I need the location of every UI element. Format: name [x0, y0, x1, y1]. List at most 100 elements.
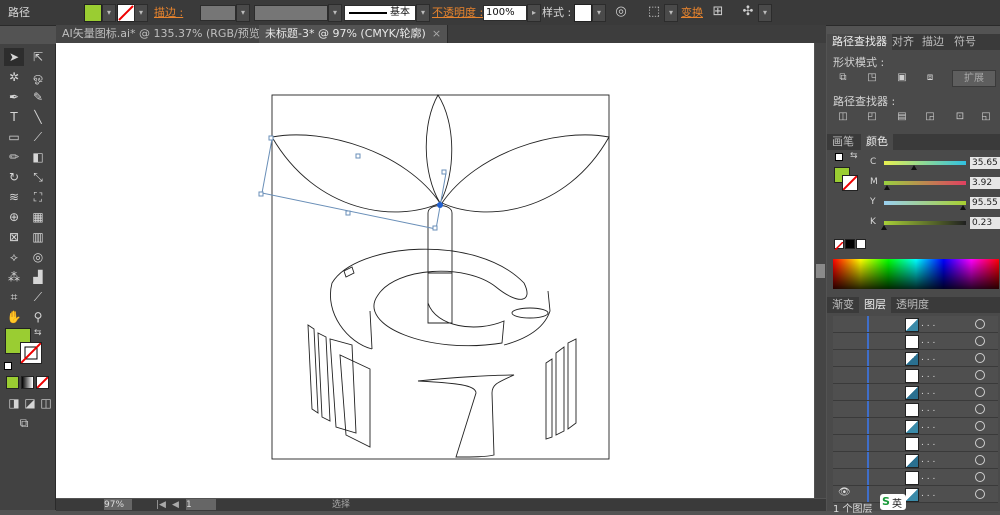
variable-width-field[interactable] — [254, 5, 328, 21]
black-slider[interactable] — [884, 221, 966, 225]
yellow-slider[interactable] — [884, 201, 966, 205]
unite-icon[interactable]: ⧉ — [835, 71, 851, 85]
paintbrush-tool-icon[interactable]: ⟋ — [28, 128, 48, 146]
blend-tool-icon[interactable]: ◎ — [28, 248, 48, 266]
target-circle-icon[interactable] — [975, 370, 985, 380]
recolor-icon[interactable]: ◎ — [611, 2, 631, 22]
screen-mode-icon[interactable]: ⧉ — [14, 414, 34, 432]
layer-row[interactable]: . . . — [833, 418, 998, 435]
intersect-icon[interactable]: ▣ — [894, 71, 910, 85]
prev-page-icon[interactable]: ◀ — [172, 499, 179, 511]
color-mode-icon[interactable] — [6, 376, 19, 389]
scale-tool-icon[interactable]: ⤡ — [28, 168, 48, 186]
tab-align[interactable]: 对齐 — [887, 34, 919, 50]
transform-link[interactable]: 变换 — [681, 0, 703, 25]
stroke-weight-dropdown[interactable]: ▾ — [236, 4, 250, 22]
eraser-tool-icon[interactable]: ◧ — [28, 148, 48, 166]
tab-stroke[interactable]: 描边 — [917, 34, 949, 50]
transform-options-icon[interactable]: ✣ — [738, 2, 758, 22]
layer-row[interactable]: . . . — [833, 367, 998, 384]
layer-row[interactable]: . . . — [833, 316, 998, 333]
default-colors-icon[interactable] — [4, 362, 12, 370]
target-circle-icon[interactable] — [975, 438, 985, 448]
pen-tool-icon[interactable]: ✒ — [4, 88, 24, 106]
magenta-slider[interactable] — [884, 181, 966, 185]
draw-inside-icon[interactable]: ◫ — [36, 394, 56, 412]
cyan-slider[interactable] — [884, 161, 966, 165]
style-dropdown[interactable]: ▾ — [592, 4, 606, 22]
hand-tool-icon[interactable]: ✋ — [4, 308, 24, 326]
artwork-outline[interactable] — [56, 43, 814, 498]
opacity-dropdown[interactable]: ▸ — [527, 4, 541, 22]
zoom-field[interactable]: 97% — [104, 499, 132, 510]
swap-colors-icon[interactable]: ⇆ — [850, 151, 858, 161]
magenta-value[interactable]: 3.92 — [970, 177, 1000, 189]
tab-transparency[interactable]: 透明度 — [891, 297, 934, 313]
white-swatch[interactable] — [856, 239, 866, 249]
opacity-label[interactable]: 不透明度 : — [432, 0, 483, 25]
layer-row[interactable]: . . . — [833, 401, 998, 418]
brush-dropdown[interactable]: ▾ — [416, 4, 430, 22]
selection-tool-icon[interactable]: ➤ — [4, 48, 24, 66]
align-dropdown[interactable]: ▾ — [664, 4, 678, 22]
symbol-sprayer-tool-icon[interactable]: ⁂ — [4, 268, 24, 286]
tab-symbols[interactable]: 符号 — [949, 34, 981, 50]
tab-gradient[interactable]: 渐变 — [827, 297, 859, 313]
magenta-slider-thumb[interactable] — [884, 185, 890, 190]
divide-icon[interactable]: ◫ — [835, 110, 851, 124]
layer-row[interactable]: . . . — [833, 452, 998, 469]
layer-row[interactable]: . . . — [833, 469, 998, 486]
close-icon[interactable]: × — [432, 27, 441, 40]
yellow-slider-thumb[interactable] — [960, 205, 966, 210]
target-circle-icon[interactable] — [975, 319, 985, 329]
artboard-tool-icon[interactable]: ⌗ — [4, 288, 24, 306]
none-swatch[interactable] — [834, 239, 844, 251]
lasso-tool-icon[interactable]: ஓ — [28, 68, 48, 86]
target-circle-icon[interactable] — [975, 455, 985, 465]
target-circle-icon[interactable] — [975, 353, 985, 363]
first-page-icon[interactable]: |◀ — [156, 499, 166, 511]
slice-tool-icon[interactable]: ⟋ — [28, 288, 48, 306]
exclude-icon[interactable]: ⧈ — [922, 71, 938, 85]
line-tool-icon[interactable]: ╲ — [28, 108, 48, 126]
outline-icon[interactable]: ⊡ — [952, 110, 968, 124]
perspective-grid-tool-icon[interactable]: ▦ — [28, 208, 48, 226]
eyedropper-tool-icon[interactable]: ⟡ — [4, 248, 24, 266]
swap-colors-icon[interactable]: ⇆ — [34, 328, 42, 338]
black-value[interactable]: 0.23 — [970, 217, 1000, 229]
pencil-tool-icon[interactable]: ✏ — [4, 148, 24, 166]
shape-builder-tool-icon[interactable]: ⊕ — [4, 208, 24, 226]
doc-tab-2[interactable]: 未标题-3* @ 97% (CMYK/轮廓) × — [259, 25, 449, 43]
gradient-mode-icon[interactable] — [21, 376, 34, 389]
magic-wand-tool-icon[interactable]: ✲ — [4, 68, 24, 86]
transform-dropdown[interactable]: ▾ — [758, 4, 772, 22]
yellow-value[interactable]: 95.55 — [970, 197, 1000, 209]
canvas-area[interactable] — [56, 43, 814, 498]
stroke-swatch[interactable] — [117, 4, 135, 22]
doc-tab-1[interactable]: AI矢量图标.ai* @ 135.37% (RGB/预览)× — [56, 25, 287, 43]
scrollbar-thumb[interactable] — [816, 264, 825, 278]
fill-dropdown[interactable]: ▾ — [102, 4, 116, 22]
minus-front-icon[interactable]: ◳ — [864, 71, 880, 85]
stroke-color-box[interactable] — [20, 342, 42, 364]
tab-brushes[interactable]: 画笔 — [827, 134, 859, 150]
black-swatch[interactable] — [845, 239, 855, 249]
expand-button[interactable]: 扩展 — [952, 70, 996, 87]
default-colors-icon[interactable] — [835, 153, 843, 161]
none-mode-icon[interactable] — [36, 376, 49, 389]
direct-selection-tool-icon[interactable]: ⇱ — [28, 48, 48, 66]
brush-field[interactable]: 基本 — [344, 5, 416, 21]
free-transform-tool-icon[interactable]: ⛶ — [28, 188, 48, 206]
target-circle-icon[interactable] — [975, 489, 985, 499]
page-field[interactable]: 1 — [186, 499, 216, 510]
tab-color[interactable]: 颜色 — [861, 134, 893, 150]
layer-row[interactable]: . . . — [833, 350, 998, 367]
target-circle-icon[interactable] — [975, 421, 985, 431]
opacity-field[interactable]: 100% — [483, 5, 527, 21]
rotate-tool-icon[interactable]: ↻ — [4, 168, 24, 186]
visibility-eye-icon[interactable]: 👁 — [838, 487, 851, 498]
target-circle-icon[interactable] — [975, 336, 985, 346]
curvature-tool-icon[interactable]: ✎ — [28, 88, 48, 106]
stroke-dropdown[interactable]: ▾ — [134, 4, 148, 22]
stroke-weight-field[interactable] — [200, 5, 236, 21]
